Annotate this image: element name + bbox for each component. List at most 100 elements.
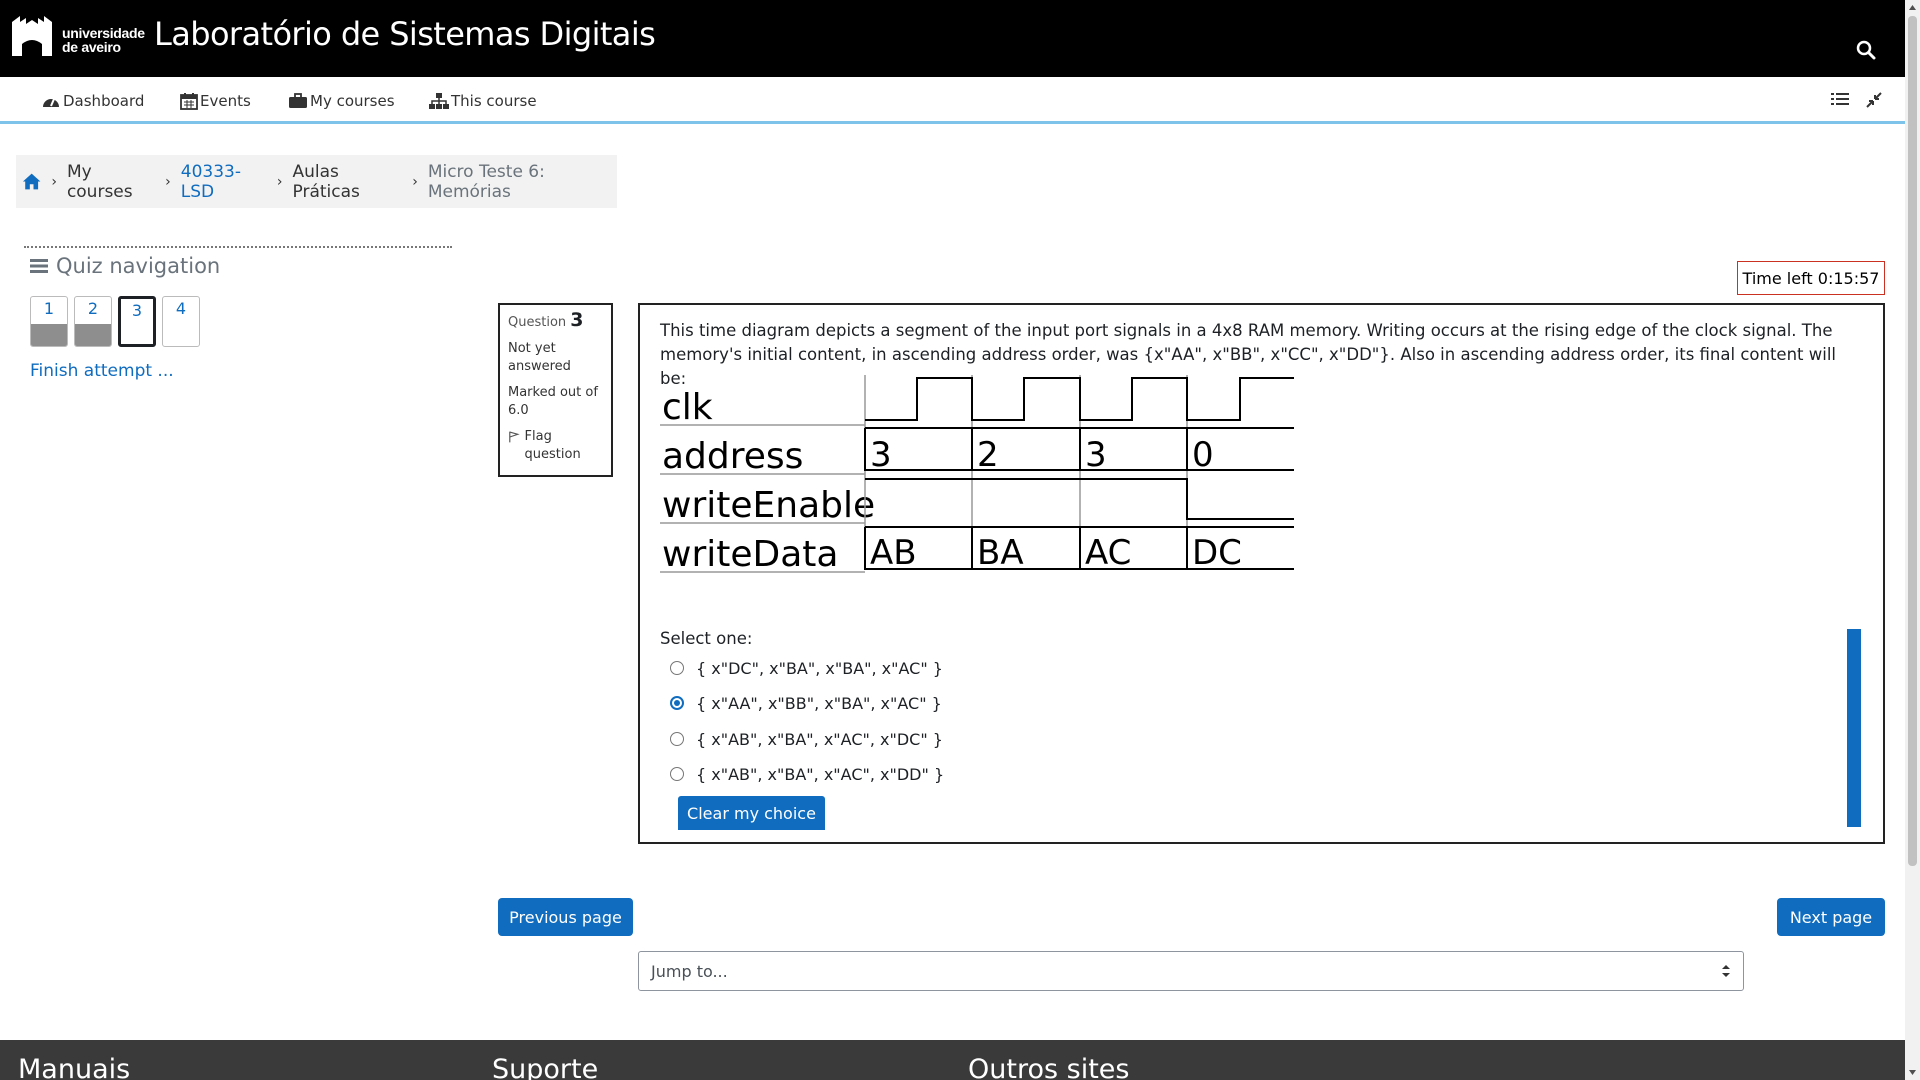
calendar-icon (180, 93, 198, 110)
scroll-up-icon[interactable] (1908, 3, 1917, 12)
answer-option-label: { x"AA", x"BB", x"BA", x"AC" } (696, 693, 942, 713)
scroll-thumb[interactable] (1908, 16, 1917, 866)
address-value: 0 (1192, 435, 1214, 475)
chevron-right-icon: › (276, 173, 283, 190)
next-page-button[interactable]: Next page (1777, 898, 1885, 936)
jump-to-select[interactable]: Jump to... (638, 951, 1744, 991)
logo-text: universidade de aveiro (62, 26, 145, 54)
clk-waveform (865, 377, 1294, 421)
question-marks: Marked out of 6.0 (508, 385, 598, 418)
answer-option-label: { x"AB", x"BA", x"AC", x"DC" } (696, 729, 943, 749)
time-left: Time left 0:15:57 (1737, 261, 1885, 295)
briefcase-icon (289, 93, 307, 108)
footer-heading-outros-sites: Outros sites (968, 1054, 1130, 1080)
question-status-fill (75, 324, 111, 346)
breadcrumb: › My courses › 40333-LSD › Aulas Prática… (16, 155, 617, 208)
breadcrumb-my-courses[interactable]: My courses (67, 162, 155, 202)
search-icon[interactable] (1856, 40, 1876, 60)
address-waveform (864, 427, 1294, 471)
radio-button[interactable] (670, 732, 684, 746)
nav-dashboard-label: Dashboard (63, 92, 145, 110)
writedata-value: BA (977, 533, 1024, 573)
flag-icon (509, 431, 520, 443)
logo-text-line2: de aveiro (62, 39, 121, 55)
radio-button[interactable] (670, 661, 684, 675)
nav-events[interactable]: Events (180, 91, 251, 111)
address-value: 3 (1085, 435, 1107, 475)
signal-label-address: address (662, 436, 803, 477)
nav-events-label: Events (200, 92, 251, 110)
footer-heading-suporte: Suporte (492, 1054, 599, 1080)
clear-choice-button[interactable]: Clear my choice (678, 796, 825, 830)
compress-icon[interactable] (1864, 90, 1884, 110)
writedata-value: AB (870, 533, 917, 573)
dashboard-icon (43, 98, 59, 107)
nav-this-course-label: This course (451, 92, 537, 110)
flag-question-button[interactable]: Flag question (508, 428, 603, 464)
home-icon[interactable] (22, 172, 41, 191)
top-bar: universidade de aveiro Laboratório de Si… (0, 0, 1905, 77)
site-title[interactable]: Laboratório de Sistemas Digitais (154, 15, 656, 53)
question-status-fill (31, 324, 67, 346)
writedata-value: DC (1192, 533, 1242, 573)
quiz-nav-question-number: 1 (43, 299, 55, 318)
question-info: Question 3 Not yet answered Marked out o… (498, 303, 613, 477)
writedata-value: AC (1085, 533, 1131, 573)
signal-label-writeenable: writeEnable (662, 485, 875, 526)
finish-attempt-link[interactable]: Finish attempt ... (30, 361, 174, 381)
quiz-nav-divider (24, 246, 452, 248)
address-value: 2 (977, 435, 999, 475)
quiz-nav-question-number: 3 (131, 301, 143, 320)
chevron-right-icon: › (165, 173, 171, 190)
logo-text-line1: universidade (62, 25, 145, 41)
answer-option-b[interactable]: { x"AA", x"BB", x"BA", x"AC" } (670, 691, 942, 715)
radio-button[interactable] (670, 767, 684, 781)
footer: Manuais Suporte Outros sites (0, 1040, 1905, 1080)
question-number: 3 (570, 309, 584, 331)
chevron-right-icon: › (51, 173, 57, 190)
chevron-right-icon: › (412, 173, 418, 190)
breadcrumb-course[interactable]: 40333-LSD (181, 162, 267, 202)
answer-option-label: { x"AB", x"BA", x"AC", x"DD" } (696, 764, 945, 784)
radio-button-selected[interactable] (670, 696, 684, 710)
select-one-label: Select one: (660, 629, 753, 648)
nav-my-courses-label: My courses (310, 92, 395, 110)
select-caret-icon (1722, 965, 1730, 977)
quiz-nav-question-4[interactable]: 4 (162, 296, 200, 347)
footer-heading-manuais: Manuais (18, 1054, 131, 1080)
breadcrumb-current: Micro Teste 6: Memórias (427, 161, 545, 202)
signal-label-writedata: writeData (662, 534, 838, 575)
address-value: 3 (870, 435, 892, 475)
answer-option-label: { x"DC", x"BA", x"BA", x"AC" } (696, 658, 943, 678)
flag-question-label: Flag question (524, 429, 581, 462)
quiz-nav-question-number: 2 (87, 299, 99, 318)
quiz-nav-question-2[interactable]: 2 (74, 296, 112, 347)
answer-option-d[interactable]: { x"AB", x"BA", x"AC", x"DD" } (670, 762, 944, 786)
content-scroll-indicator[interactable] (1847, 629, 1861, 827)
signal-label-clk: clk (662, 387, 713, 428)
jump-to-value: Jump to... (651, 961, 728, 981)
question-content: This time diagram depicts a segment of t… (638, 303, 1885, 844)
timing-diagram: clk address writeEnable writeData 3 2 3 … (660, 375, 1294, 575)
nav-my-courses[interactable]: My courses (288, 91, 395, 111)
primary-navigation: Dashboard Events My courses This course (0, 77, 1905, 124)
list-icon[interactable] (1830, 90, 1850, 110)
answer-option-a[interactable]: { x"DC", x"BA", x"BA", x"AC" } (670, 656, 943, 680)
quiz-nav-question-3[interactable]: 3 (118, 296, 156, 347)
hamburger-icon (30, 259, 48, 273)
breadcrumb-section[interactable]: Aulas Práticas (293, 162, 403, 202)
quiz-nav-question-1[interactable]: 1 (30, 296, 68, 347)
answer-option-c[interactable]: { x"AB", x"BA", x"AC", x"DC" } (670, 727, 943, 751)
question-label: Question (508, 315, 567, 330)
scroll-down-icon[interactable] (1908, 1068, 1917, 1077)
quiz-nav-question-number: 4 (175, 299, 187, 318)
previous-page-button[interactable]: Previous page (498, 898, 633, 936)
page-scrollbar[interactable] (1905, 0, 1920, 1080)
nav-dashboard[interactable]: Dashboard (41, 91, 144, 111)
sitemap-icon (429, 93, 449, 109)
university-logo[interactable] (8, 12, 56, 60)
question-state: Not yet answered (508, 341, 571, 374)
nav-this-course[interactable]: This course (429, 91, 537, 111)
quiz-nav-title-text: Quiz navigation (56, 254, 221, 278)
quiz-nav-title: Quiz navigation (30, 254, 220, 278)
